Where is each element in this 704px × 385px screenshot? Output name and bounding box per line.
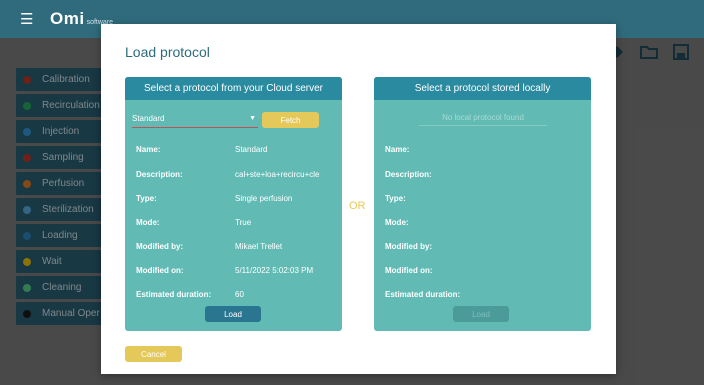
- local-field-label: Estimated duration:: [385, 290, 461, 299]
- cloud-field-row: Modified by: Mikael Trellet: [136, 242, 282, 256]
- local-load-button[interactable]: Load: [453, 306, 509, 322]
- cloud-load-button[interactable]: Load: [205, 306, 261, 322]
- cloud-field-label: Type:: [136, 194, 157, 203]
- cloud-field-label: Modified on:: [136, 266, 184, 275]
- cloud-field-value: Single perfusion: [235, 194, 293, 203]
- local-field-row: Mode:: [385, 218, 409, 232]
- local-field-label: Mode:: [385, 218, 409, 227]
- local-panel-header: Select a protocol stored locally: [374, 77, 591, 100]
- local-field-label: Description:: [385, 170, 432, 179]
- cloud-protocol-panel: Select a protocol from your Cloud server…: [125, 77, 342, 331]
- cloud-panel-header: Select a protocol from your Cloud server: [125, 77, 342, 100]
- cloud-field-value: Mikael Trellet: [235, 242, 283, 251]
- hamburger-menu-icon[interactable]: ☰: [20, 10, 36, 28]
- chevron-down-icon: ▼: [249, 115, 256, 122]
- cloud-field-row: Estimated duration: 60: [136, 290, 244, 304]
- or-separator: OR: [349, 200, 366, 212]
- cloud-field-row: Mode: True: [136, 218, 251, 232]
- cancel-button[interactable]: Cancel: [125, 346, 182, 362]
- cloud-field-value: True: [235, 218, 252, 227]
- cloud-field-label: Estimated duration:: [136, 290, 212, 299]
- dialog-title: Load protocol: [125, 44, 210, 60]
- local-protocol-panel: Select a protocol stored locally No loca…: [374, 77, 591, 331]
- cloud-select-row: Standard ▼ Fetch: [132, 112, 335, 128]
- load-protocol-dialog: Load protocol Select a protocol from you…: [101, 24, 616, 374]
- fetch-button[interactable]: Fetch: [262, 112, 319, 128]
- local-field-row: Type:: [385, 194, 406, 208]
- local-field-row: Modified on:: [385, 266, 433, 280]
- cloud-field-value: Standard: [235, 145, 268, 154]
- cloud-field-row: Name: Standard: [136, 145, 267, 159]
- cloud-field-label: Modified by:: [136, 242, 184, 251]
- local-field-row: Estimated duration:: [385, 290, 460, 304]
- local-field-label: Modified on:: [385, 266, 433, 275]
- local-protocol-select[interactable]: No local protocol found: [419, 111, 547, 126]
- local-field-row: Modified by:: [385, 242, 432, 256]
- cloud-field-row: Description: cal+ste+loa+recircu+cle: [136, 170, 320, 184]
- cloud-protocol-selected: Standard: [132, 114, 165, 123]
- local-field-label: Type:: [385, 194, 406, 203]
- cloud-field-value: 5/11/2022 5:02:03 PM: [235, 266, 314, 275]
- cloud-field-row: Type: Single perfusion: [136, 194, 292, 208]
- cloud-field-label: Name:: [136, 145, 161, 154]
- cloud-field-value: 60: [235, 290, 244, 299]
- local-field-row: Description:: [385, 170, 432, 184]
- cloud-field-label: Mode:: [136, 218, 160, 227]
- local-field-label: Modified by:: [385, 242, 433, 251]
- cloud-field-value: cal+ste+loa+recircu+cle: [235, 170, 320, 179]
- cloud-field-row: Modified on: 5/11/2022 5:02:03 PM: [136, 266, 313, 280]
- local-field-label: Name:: [385, 145, 410, 154]
- cloud-protocol-select[interactable]: Standard ▼: [132, 112, 258, 128]
- cloud-field-label: Description:: [136, 170, 183, 179]
- local-field-row: Name:: [385, 145, 409, 159]
- app-logo: Omi: [50, 9, 85, 28]
